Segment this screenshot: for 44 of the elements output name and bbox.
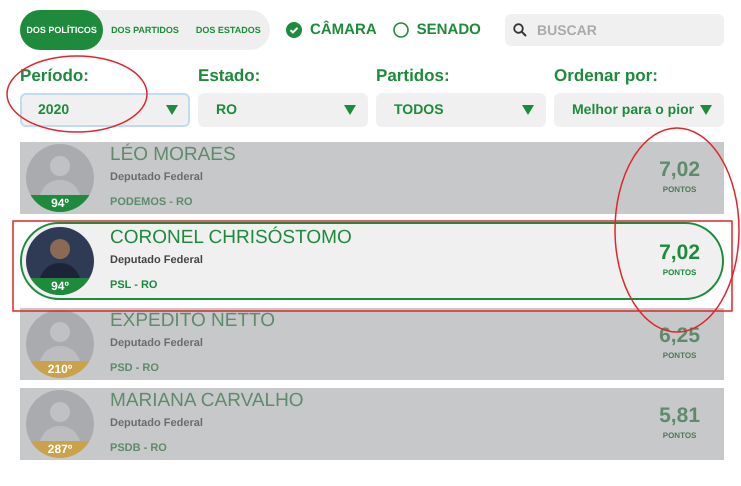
search-input[interactable]: BUSCAR bbox=[535, 18, 705, 42]
politician-role: Deputado Federal bbox=[110, 416, 204, 432]
filter-dropdown[interactable]: RO bbox=[198, 92, 368, 126]
politician-name: CORONEL CHRISÓSTOMO bbox=[110, 228, 353, 248]
politician-role: Deputado Federal bbox=[110, 253, 204, 268]
score-unit: PONTOS bbox=[662, 350, 698, 362]
score: 6,25 bbox=[659, 325, 700, 346]
party-state: PSD - RO bbox=[110, 360, 160, 376]
filter-label: Partidos: bbox=[376, 65, 451, 87]
view-tab[interactable]: DOS POLÍTICOS bbox=[20, 10, 104, 50]
caret-icon bbox=[344, 104, 356, 114]
score-unit: PONTOS bbox=[662, 430, 698, 442]
party-state: PSL - RO bbox=[110, 278, 158, 293]
filter-label: Período: bbox=[20, 65, 90, 87]
filter-label: Estado: bbox=[198, 65, 262, 87]
house-radio[interactable]: CÂMARA bbox=[286, 18, 377, 42]
politician-name: EXPEDITO NETTO bbox=[110, 310, 276, 332]
filter-label: Ordenar por: bbox=[554, 65, 659, 87]
score: 7,02 bbox=[659, 242, 700, 263]
politician-role: Deputado Federal bbox=[110, 170, 204, 186]
search-icon bbox=[513, 23, 527, 37]
party-state: PODEMOS - RO bbox=[110, 194, 194, 210]
politician-card[interactable]: 94º CORONEL CHRISÓSTOMO Deputado Federal PSL - RO 7,02 PONTOS bbox=[20, 222, 724, 300]
score: 5,81 bbox=[659, 405, 700, 426]
caret-icon bbox=[700, 104, 712, 114]
view-tab[interactable]: DOS ESTADOS bbox=[186, 10, 270, 50]
filter-dropdown[interactable]: TODOS bbox=[376, 92, 546, 126]
view-tab[interactable]: DOS PARTIDOS bbox=[103, 10, 187, 50]
politician-name: LÉO MORAES bbox=[110, 144, 237, 166]
house-radio[interactable]: SENADO bbox=[392, 18, 481, 42]
politician-role: Deputado Federal bbox=[110, 336, 204, 352]
score-unit: PONTOS bbox=[662, 267, 698, 279]
filter-dropdown[interactable]: Melhor para o pior bbox=[554, 92, 724, 126]
party-state: PSDB - RO bbox=[110, 440, 168, 456]
caret-icon bbox=[522, 104, 534, 114]
politician-name: MARIANA CARVALHO bbox=[110, 390, 305, 412]
search-field[interactable]: BUSCAR bbox=[505, 14, 724, 46]
politician-card[interactable]: 94º LÉO MORAES Deputado Federal PODEMOS - RO 7,02 PONTOS bbox=[20, 142, 724, 214]
score: 7,02 bbox=[659, 159, 700, 180]
score-unit: PONTOS bbox=[662, 184, 698, 196]
politician-card[interactable]: 287º MARIANA CARVALHO Deputado Federal PSDB - RO 5,81 PONTOS bbox=[20, 388, 724, 460]
filter-dropdown[interactable]: 2020 bbox=[20, 92, 190, 126]
politician-card[interactable]: 210º EXPEDITO NETTO Deputado Federal PSD - RO 6,25 PONTOS bbox=[20, 308, 724, 380]
caret-icon bbox=[166, 104, 178, 114]
